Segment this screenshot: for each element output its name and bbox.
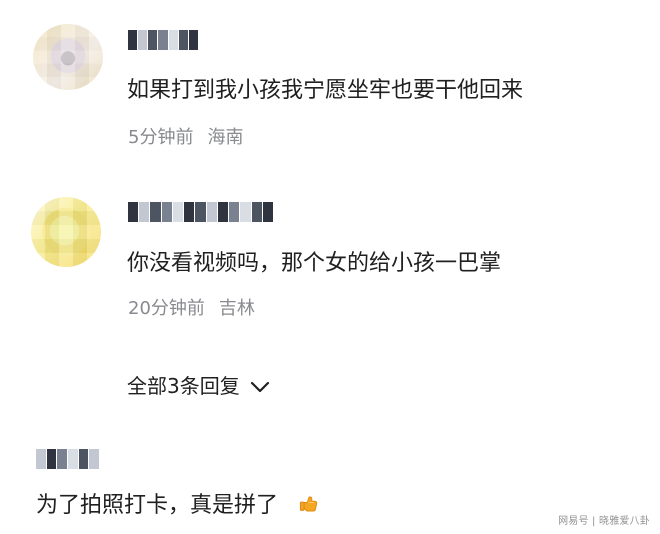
avatar[interactable] <box>33 24 103 90</box>
comment-meta: 20分钟前 吉林 <box>128 298 255 320</box>
comment-text: 为了拍照打卡，真是拼了 <box>36 493 279 518</box>
username-blurred[interactable] <box>36 449 100 469</box>
timestamp: 5分钟前 <box>128 127 194 148</box>
location: 吉林 <box>218 298 255 319</box>
replies-label: 全部3条回复 <box>127 374 240 398</box>
chevron-down-icon <box>250 381 270 393</box>
username-blurred[interactable] <box>128 30 198 50</box>
comment-text: 如果打到我小孩我宁愿坐牢也要干他回来 <box>127 78 524 103</box>
comment-meta: 5分钟前 海南 <box>128 127 243 149</box>
watermark: 网易号 | 晓雅爱八卦 <box>558 516 650 527</box>
timestamp: 20分钟前 <box>128 298 205 319</box>
expand-replies-button[interactable]: 全部3条回复 <box>127 373 270 399</box>
comment-text: 你没看视频吗，那个女的给小孩一巴掌 <box>127 251 502 276</box>
location: 海南 <box>207 127 244 148</box>
thumbs-up-icon <box>297 492 321 516</box>
avatar[interactable] <box>31 197 101 267</box>
username-blurred[interactable] <box>128 202 274 222</box>
